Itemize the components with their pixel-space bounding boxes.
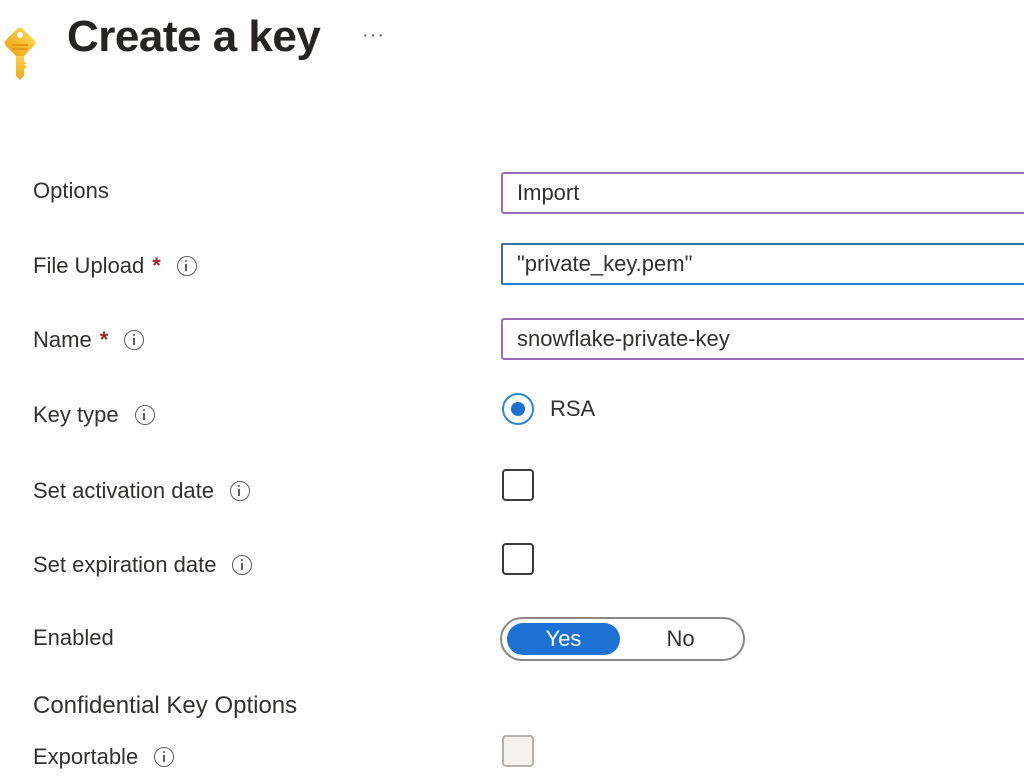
rsa-radio-label[interactable]: RSA	[550, 396, 595, 422]
exportable-checkbox[interactable]	[502, 735, 534, 767]
file-upload-value: "private_key.pem"	[517, 251, 693, 276]
name-input[interactable]: snowflake-private-key	[501, 318, 1024, 360]
info-icon[interactable]	[176, 256, 197, 276]
exportable-label: Exportable	[33, 744, 175, 770]
key-type-label-text: Key type	[33, 402, 119, 427]
exportable-label-text: Exportable	[33, 744, 139, 769]
expiration-date-label-text: Set expiration date	[33, 552, 217, 577]
enabled-yes-option[interactable]: Yes	[507, 623, 620, 655]
file-upload-label: File Upload *	[33, 253, 197, 279]
key-type-label: Key type	[33, 402, 155, 428]
rsa-radio[interactable]	[502, 393, 534, 425]
info-icon[interactable]	[124, 330, 145, 350]
info-icon[interactable]	[230, 481, 251, 501]
confidential-key-options-heading: Confidential Key Options	[33, 692, 298, 719]
page-header: Create a key ···	[0, 0, 1024, 100]
activation-date-checkbox[interactable]	[502, 469, 534, 501]
key-icon	[4, 27, 36, 80]
expiration-date-checkbox[interactable]	[502, 543, 534, 575]
ellipsis-icon: ···	[362, 24, 385, 46]
options-label-text: Options	[33, 178, 109, 203]
enabled-label: Enabled	[33, 625, 114, 651]
file-upload-input[interactable]: "private_key.pem"	[501, 243, 1024, 285]
name-label-text: Name	[33, 327, 92, 352]
required-asterisk: *	[99, 327, 109, 352]
expiration-date-label: Set expiration date	[33, 552, 253, 578]
info-icon[interactable]	[134, 405, 155, 425]
activation-date-label-text: Set activation date	[33, 478, 215, 503]
required-asterisk: *	[152, 253, 161, 278]
options-dropdown[interactable]: Import	[501, 172, 1024, 214]
options-label: Options	[33, 178, 109, 204]
page-title: Create a key	[67, 12, 321, 61]
info-icon[interactable]	[232, 555, 253, 575]
file-upload-label-text: File Upload	[33, 253, 145, 278]
enabled-toggle[interactable]: Yes No	[500, 617, 745, 661]
radio-selected-dot	[511, 402, 525, 416]
more-options-button[interactable]: ···	[362, 24, 385, 47]
info-icon[interactable]	[154, 747, 175, 767]
options-value: Import	[517, 180, 580, 205]
enabled-label-text: Enabled	[33, 625, 114, 650]
name-label: Name *	[33, 327, 145, 353]
name-value: snowflake-private-key	[517, 326, 730, 351]
enabled-no-option[interactable]: No	[624, 623, 737, 655]
activation-date-label: Set activation date	[33, 478, 251, 504]
